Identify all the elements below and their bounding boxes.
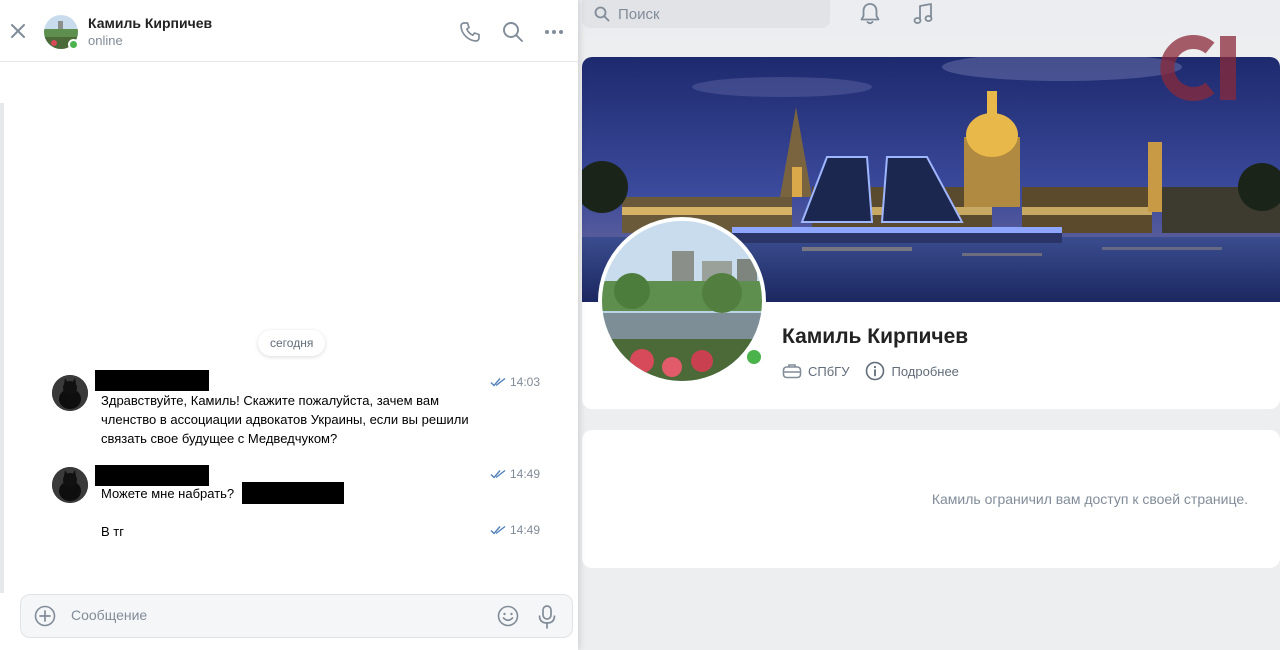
redacted-sender-name xyxy=(95,370,209,391)
read-checkmarks-icon xyxy=(490,525,506,535)
scroll-edge xyxy=(0,103,4,593)
time-label: 14:49 xyxy=(510,467,541,481)
watermark-logo xyxy=(1160,35,1236,101)
message-input[interactable] xyxy=(71,607,481,623)
briefcase-icon xyxy=(782,364,802,379)
message-time: 14:49 xyxy=(490,523,540,537)
contact-status: online xyxy=(88,33,123,48)
emoji-icon[interactable] xyxy=(497,605,519,627)
profile-name: Камиль Кирпичев xyxy=(782,325,969,348)
search-placeholder: Поиск xyxy=(618,5,660,23)
message-time: 14:03 xyxy=(490,375,540,389)
profile-avatar[interactable] xyxy=(602,221,762,381)
attach-plus-icon[interactable] xyxy=(34,605,56,627)
message-text: В тг xyxy=(101,524,124,539)
chat-header: Камиль Кирпичев online xyxy=(0,0,578,62)
search-icon xyxy=(594,6,610,22)
university-label: СПбГУ xyxy=(808,363,850,379)
sender-avatar[interactable] xyxy=(52,375,88,411)
profile-card: Камиль Кирпичев СПбГУ Подробнее xyxy=(582,57,1280,409)
date-separator: сегодня xyxy=(258,330,326,356)
chat-window: Камиль Кирпичев online сегодня Здравству… xyxy=(0,0,578,650)
profile-meta: СПбГУ Подробнее xyxy=(782,361,959,381)
redacted-content xyxy=(242,482,344,504)
message-time: 14:49 xyxy=(490,467,540,481)
profile-avatar-wrapper[interactable] xyxy=(598,217,766,385)
search-field[interactable]: Поиск xyxy=(582,0,830,28)
bell-icon[interactable] xyxy=(859,2,881,26)
restricted-access-card: Камиль ограничил вам доступ к своей стра… xyxy=(582,430,1280,568)
message-text: Можете мне набрать? xyxy=(101,486,235,501)
time-label: 14:49 xyxy=(510,523,541,537)
top-navigation-bar: Поиск xyxy=(578,0,1280,38)
online-indicator xyxy=(744,347,764,367)
close-icon[interactable] xyxy=(10,23,26,39)
microphone-icon[interactable] xyxy=(537,605,557,629)
time-label: 14:03 xyxy=(510,375,541,389)
sender-avatar[interactable] xyxy=(52,467,88,503)
phone-icon[interactable] xyxy=(459,21,481,43)
more-icon[interactable] xyxy=(544,29,564,35)
restricted-notice: Камиль ограничил вам доступ к своей стра… xyxy=(931,491,1248,507)
info-icon xyxy=(866,361,885,381)
contact-name[interactable]: Камиль Кирпичев xyxy=(88,15,212,31)
details-link[interactable]: Подробнее xyxy=(865,361,959,381)
details-label: Подробнее xyxy=(891,363,959,379)
redacted-sender-name xyxy=(95,465,209,486)
read-checkmarks-icon xyxy=(490,377,506,387)
read-checkmarks-icon xyxy=(490,469,506,479)
search-icon[interactable] xyxy=(502,21,524,43)
contact-online-indicator xyxy=(68,39,79,50)
university-link[interactable]: СПбГУ xyxy=(782,363,849,379)
music-icon[interactable] xyxy=(912,2,934,26)
message-text: Здравствуйте, Камиль! Скажите пожалуйста… xyxy=(101,393,469,446)
message-composer xyxy=(20,594,573,638)
